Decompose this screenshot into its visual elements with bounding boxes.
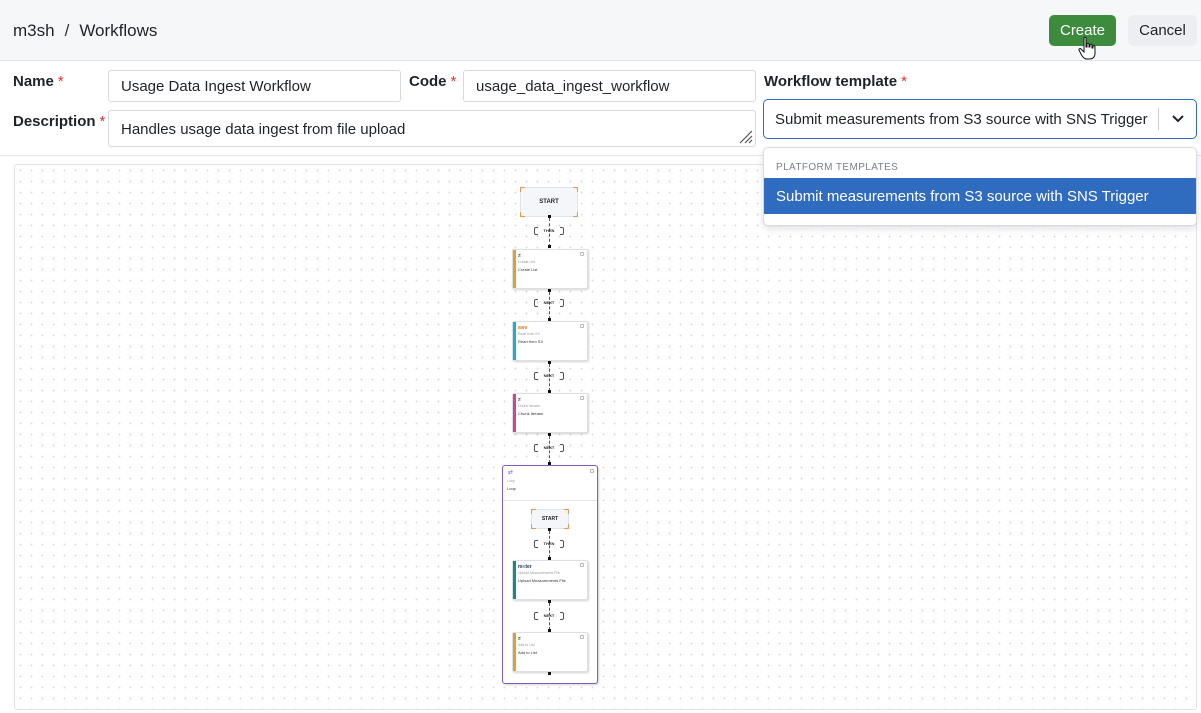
- loop-subtitle: Loop: [507, 479, 515, 483]
- dropdown-group-label: PLATFORM TEMPLATES: [776, 162, 899, 173]
- step-menu-icon[interactable]: [580, 396, 584, 400]
- next-label: NEXT: [534, 610, 564, 622]
- step-color-bar: [513, 633, 516, 671]
- step-color-bar: [513, 394, 516, 432]
- step-title: Create List: [518, 267, 538, 272]
- function-icon: ≠: [518, 636, 521, 642]
- step-title: Chunk Iterator: [518, 411, 544, 416]
- description-label: Description *: [13, 113, 106, 130]
- template-select[interactable]: Submit measurements from S3 source with …: [763, 99, 1197, 139]
- loop-icon: ⇄: [508, 470, 514, 476]
- step-color-bar: [513, 322, 516, 360]
- description-value: Handles usage data ingest from file uplo…: [121, 121, 406, 138]
- next-label: NEXT: [534, 442, 564, 454]
- workflow-form: Name * Usage Data Ingest Workflow Code * u…: [0, 61, 1201, 156]
- code-label: Code *: [409, 73, 457, 90]
- connector-port[interactable]: [548, 245, 551, 248]
- dropdown-option-selected[interactable]: Submit measurements from S3 source with …: [764, 178, 1196, 214]
- cancel-button[interactable]: Cancel: [1128, 15, 1197, 46]
- connector-port[interactable]: [548, 672, 551, 675]
- loop-start-node[interactable]: START: [531, 509, 569, 529]
- name-input[interactable]: Usage Data Ingest Workflow: [108, 70, 401, 102]
- start-node[interactable]: START: [520, 187, 578, 217]
- step-subtitle: Upload Measurements File: [518, 571, 560, 575]
- resize-grip-icon[interactable]: [737, 128, 753, 144]
- workflow-canvas[interactable]: START THEN ≠ Create List Create List NEX…: [14, 164, 1197, 710]
- step-read-from-s3[interactable]: aws Read from S3 Read from S3: [512, 321, 588, 361]
- breadcrumb-root[interactable]: m3sh: [13, 21, 55, 41]
- next-label: NEXT: [534, 297, 564, 309]
- step-menu-icon[interactable]: [580, 563, 584, 567]
- step-color-bar: [513, 250, 516, 288]
- select-divider: [1158, 108, 1159, 130]
- breadcrumb-current[interactable]: Workflows: [79, 21, 157, 41]
- step-subtitle: Chunk Iterator: [518, 404, 541, 408]
- template-label: Workflow template *: [764, 73, 907, 90]
- step-title: Upload Measurements File: [518, 578, 566, 583]
- step-title: Add to List: [518, 650, 537, 655]
- step-create-list[interactable]: ≠ Create List Create List: [512, 249, 588, 289]
- loop-menu-icon[interactable]: [590, 469, 594, 473]
- step-subtitle: Create List: [518, 260, 535, 264]
- then-label: THEN: [534, 538, 564, 550]
- step-upload-measurements-file[interactable]: m≡ter Upload Measurements File Upload Me…: [512, 560, 588, 600]
- next-label: NEXT: [534, 370, 564, 382]
- template-selected-value: Submit measurements from S3 source with …: [775, 111, 1148, 128]
- step-chunk-iterator[interactable]: ≠ Chunk Iterator Chunk Iterator: [512, 393, 588, 433]
- code-input[interactable]: usage_data_ingest_workflow: [463, 70, 756, 102]
- loop-title: Loop: [507, 486, 516, 491]
- function-icon: ≠: [518, 397, 521, 403]
- then-label: THEN: [534, 225, 564, 237]
- loop-start-label: START: [541, 516, 559, 522]
- breadcrumb-separator: /: [64, 21, 70, 40]
- breadcrumb: m3sh / Workflows: [13, 21, 157, 41]
- step-subtitle: Add to List: [518, 643, 535, 647]
- step-color-bar: [513, 561, 516, 599]
- step-menu-icon[interactable]: [580, 324, 584, 328]
- function-icon: ≠: [518, 253, 521, 259]
- step-subtitle: Read from S3: [518, 332, 540, 336]
- aws-icon: aws: [518, 325, 528, 331]
- chevron-down-icon[interactable]: [1170, 112, 1186, 126]
- meter-logo-icon: m≡ter: [518, 564, 532, 570]
- step-title: Read from S3: [518, 339, 543, 344]
- page-header: m3sh / Workflows Create Cancel: [0, 0, 1201, 61]
- step-menu-icon[interactable]: [580, 635, 584, 639]
- step-menu-icon[interactable]: [580, 252, 584, 256]
- loop-header: ⇄ Loop Loop: [503, 466, 597, 501]
- step-add-to-list[interactable]: ≠ Add to List Add to List: [512, 632, 588, 672]
- template-dropdown-menu: PLATFORM TEMPLATES Submit measurements f…: [763, 147, 1197, 226]
- description-textarea[interactable]: Handles usage data ingest from file uplo…: [108, 110, 756, 147]
- start-node-label: START: [539, 199, 559, 205]
- hand-cursor-icon: [1078, 36, 1096, 60]
- name-label: Name *: [13, 73, 64, 90]
